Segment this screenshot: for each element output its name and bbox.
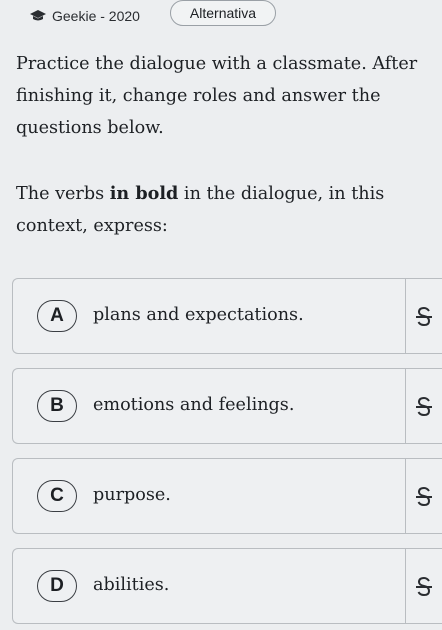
option-letter-badge: B — [37, 390, 77, 422]
graduation-cap-icon — [30, 10, 46, 21]
strikethrough-s-icon[interactable] — [414, 485, 434, 509]
question-type-label: Alternativa — [189, 5, 257, 21]
option-d[interactable]: D abilities. — [12, 548, 442, 624]
question-paragraph-2: The verbs in bold in the dialogue, in th… — [16, 178, 426, 242]
question-paragraph-1: Practice the dialogue with a classmate. … — [16, 54, 418, 138]
option-text: abilities. — [93, 575, 170, 595]
source-tag: Geekie - 2020 — [30, 3, 160, 29]
strikethrough-s-icon[interactable] — [414, 395, 434, 419]
question-type-badge: Alternativa — [170, 0, 276, 26]
paragraph-2-text-start: The verbs — [16, 184, 110, 204]
strikethrough-s-icon[interactable] — [414, 305, 434, 329]
option-text: purpose. — [93, 485, 171, 505]
top-bar: Geekie - 2020 Alternativa — [0, 0, 442, 34]
bold-emphasis: in bold — [109, 183, 179, 204]
option-b[interactable]: B emotions and feelings. — [12, 368, 442, 444]
option-letter-badge: C — [37, 480, 77, 512]
question-text: Practice the dialogue with a classmate. … — [16, 48, 426, 242]
option-letter-badge: D — [37, 570, 77, 602]
option-c[interactable]: C purpose. — [12, 458, 442, 534]
option-a[interactable]: A plans and expectations. — [12, 278, 442, 354]
option-text: plans and expectations. — [93, 305, 304, 325]
strikethrough-s-icon[interactable] — [414, 575, 434, 599]
source-label: Geekie - 2020 — [52, 8, 140, 24]
option-letter-badge: A — [37, 300, 77, 332]
option-text: emotions and feelings. — [93, 395, 295, 415]
